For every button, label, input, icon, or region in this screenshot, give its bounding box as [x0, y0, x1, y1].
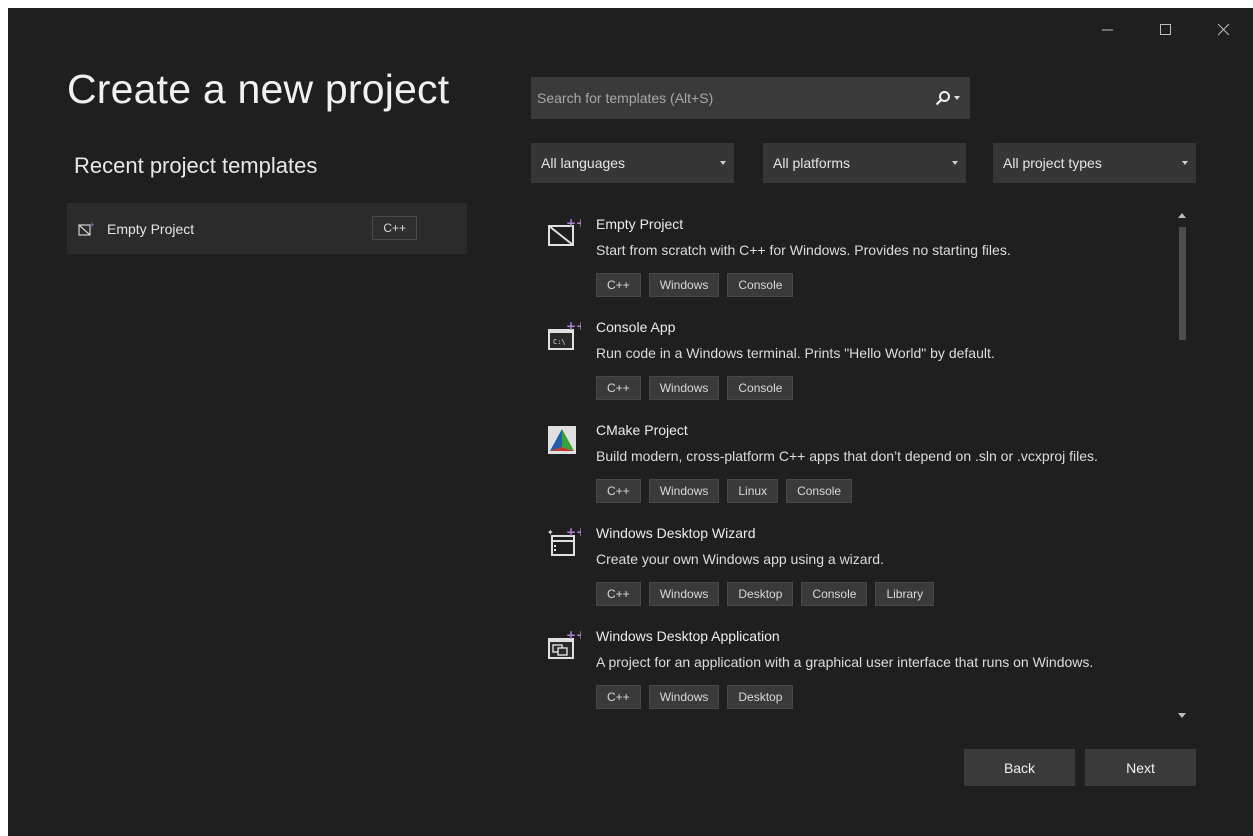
template-item-cmake-project[interactable]: CMake Project Build modern, cross-platfo… — [531, 411, 1171, 511]
scroll-down-arrow-icon[interactable] — [1178, 713, 1186, 718]
platform-tag: Windows — [648, 479, 720, 503]
svg-text:++: ++ — [566, 525, 581, 539]
maximize-icon — [1160, 24, 1171, 35]
project-type-tag: Library — [875, 582, 935, 606]
svg-text:+: + — [89, 221, 94, 229]
language-tag: C++ — [372, 216, 417, 240]
desktop-app-icon: ++ — [548, 628, 581, 659]
svg-text:C:\: C:\ — [553, 338, 566, 346]
project-type-tag: Desktop — [727, 685, 794, 709]
project-type-tag: Console — [786, 479, 853, 503]
template-item-empty-project[interactable]: ++ Empty Project Start from scratch with… — [531, 205, 1171, 305]
template-item-console-app[interactable]: C:\ ++ Console App Run code in a Windows… — [531, 308, 1171, 408]
cmake-icon — [548, 426, 576, 454]
platform-tag: Windows — [648, 376, 720, 400]
language-tag: C++ — [596, 685, 641, 709]
project-type-tag: Console — [801, 582, 868, 606]
template-list: ++ Empty Project Start from scratch with… — [531, 205, 1171, 725]
template-name: Empty Project — [596, 216, 684, 232]
svg-text:++: ++ — [566, 628, 581, 642]
close-button[interactable] — [1195, 8, 1253, 52]
language-tag: C++ — [596, 582, 641, 606]
empty-project-icon: ++ — [548, 216, 581, 246]
minimize-button[interactable] — [1079, 8, 1137, 52]
platform-tag: Windows — [648, 273, 720, 297]
platform-tag: Linux — [727, 479, 779, 503]
console-app-icon: C:\ ++ — [548, 319, 581, 350]
chevron-down-icon — [952, 161, 958, 165]
template-description: A project for an application with a grap… — [596, 654, 1094, 670]
chevron-down-icon — [1182, 161, 1188, 165]
next-button[interactable]: Next — [1085, 749, 1196, 786]
search-icon — [935, 91, 950, 106]
create-project-window: Create a new project Recent project temp… — [8, 8, 1253, 836]
empty-project-icon: + — [78, 221, 94, 236]
language-filter-value: All languages — [541, 155, 626, 171]
project-type-tag: Console — [727, 273, 794, 297]
scroll-up-arrow-icon[interactable] — [1178, 213, 1186, 218]
template-name: Windows Desktop Application — [596, 628, 780, 644]
platform-filter-dropdown[interactable]: All platforms — [763, 143, 966, 183]
svg-text:✦: ✦ — [547, 528, 554, 537]
template-description: Create your own Windows app using a wiza… — [596, 551, 884, 567]
template-item-windows-desktop-application[interactable]: ++ Windows Desktop Application A project… — [531, 617, 1171, 717]
maximize-button[interactable] — [1137, 8, 1195, 52]
search-input[interactable] — [531, 76, 935, 120]
template-tags: C++ Windows Desktop Console Library — [596, 582, 935, 606]
template-name: CMake Project — [596, 422, 688, 438]
close-icon — [1218, 24, 1230, 36]
window-controls — [1079, 8, 1253, 52]
project-type-filter-dropdown[interactable]: All project types — [993, 143, 1196, 183]
wizard-icon: ✦ ++ — [547, 525, 581, 556]
platform-filter-value: All platforms — [773, 155, 851, 171]
template-description: Start from scratch with C++ for Windows.… — [596, 242, 1011, 258]
search-options-button[interactable] — [935, 90, 960, 106]
project-type-filter-value: All project types — [1003, 155, 1102, 171]
back-button[interactable]: Back — [964, 749, 1075, 786]
project-type-tag: Console — [727, 376, 794, 400]
scroll-thumb[interactable] — [1179, 227, 1186, 340]
template-list-scrollbar[interactable] — [1175, 205, 1189, 725]
search-box — [531, 76, 970, 120]
template-name: Windows Desktop Wizard — [596, 525, 756, 541]
recent-templates-title: Recent project templates — [74, 153, 318, 178]
language-tag: C++ — [596, 479, 641, 503]
chevron-down-icon — [720, 161, 726, 165]
template-tags: C++ Windows Linux Console — [596, 479, 853, 503]
language-tag: C++ — [596, 376, 641, 400]
template-tags: C++ Windows Console — [596, 376, 794, 400]
language-tag: C++ — [596, 273, 641, 297]
platform-tag: Windows — [648, 582, 720, 606]
svg-text:++: ++ — [566, 216, 581, 230]
template-tags: C++ Windows Console — [596, 273, 794, 297]
language-filter-dropdown[interactable]: All languages — [531, 143, 734, 183]
recent-item-empty-project[interactable]: + Empty Project C++ — [67, 203, 467, 254]
minimize-icon — [1102, 29, 1113, 31]
project-type-tag: Desktop — [727, 582, 794, 606]
platform-tag: Windows — [648, 685, 720, 709]
template-item-windows-desktop-wizard[interactable]: ✦ ++ Windows Desktop Wizard Create your … — [531, 514, 1171, 614]
recent-item-label: Empty Project — [107, 220, 195, 237]
template-name: Console App — [596, 319, 676, 335]
chevron-down-icon — [954, 96, 960, 100]
svg-text:++: ++ — [566, 319, 581, 333]
template-description: Run code in a Windows terminal. Prints "… — [596, 345, 995, 361]
template-tags: C++ Windows Desktop — [596, 685, 794, 709]
template-description: Build modern, cross-platform C++ apps th… — [596, 448, 1098, 464]
page-title: Create a new project — [67, 66, 450, 112]
